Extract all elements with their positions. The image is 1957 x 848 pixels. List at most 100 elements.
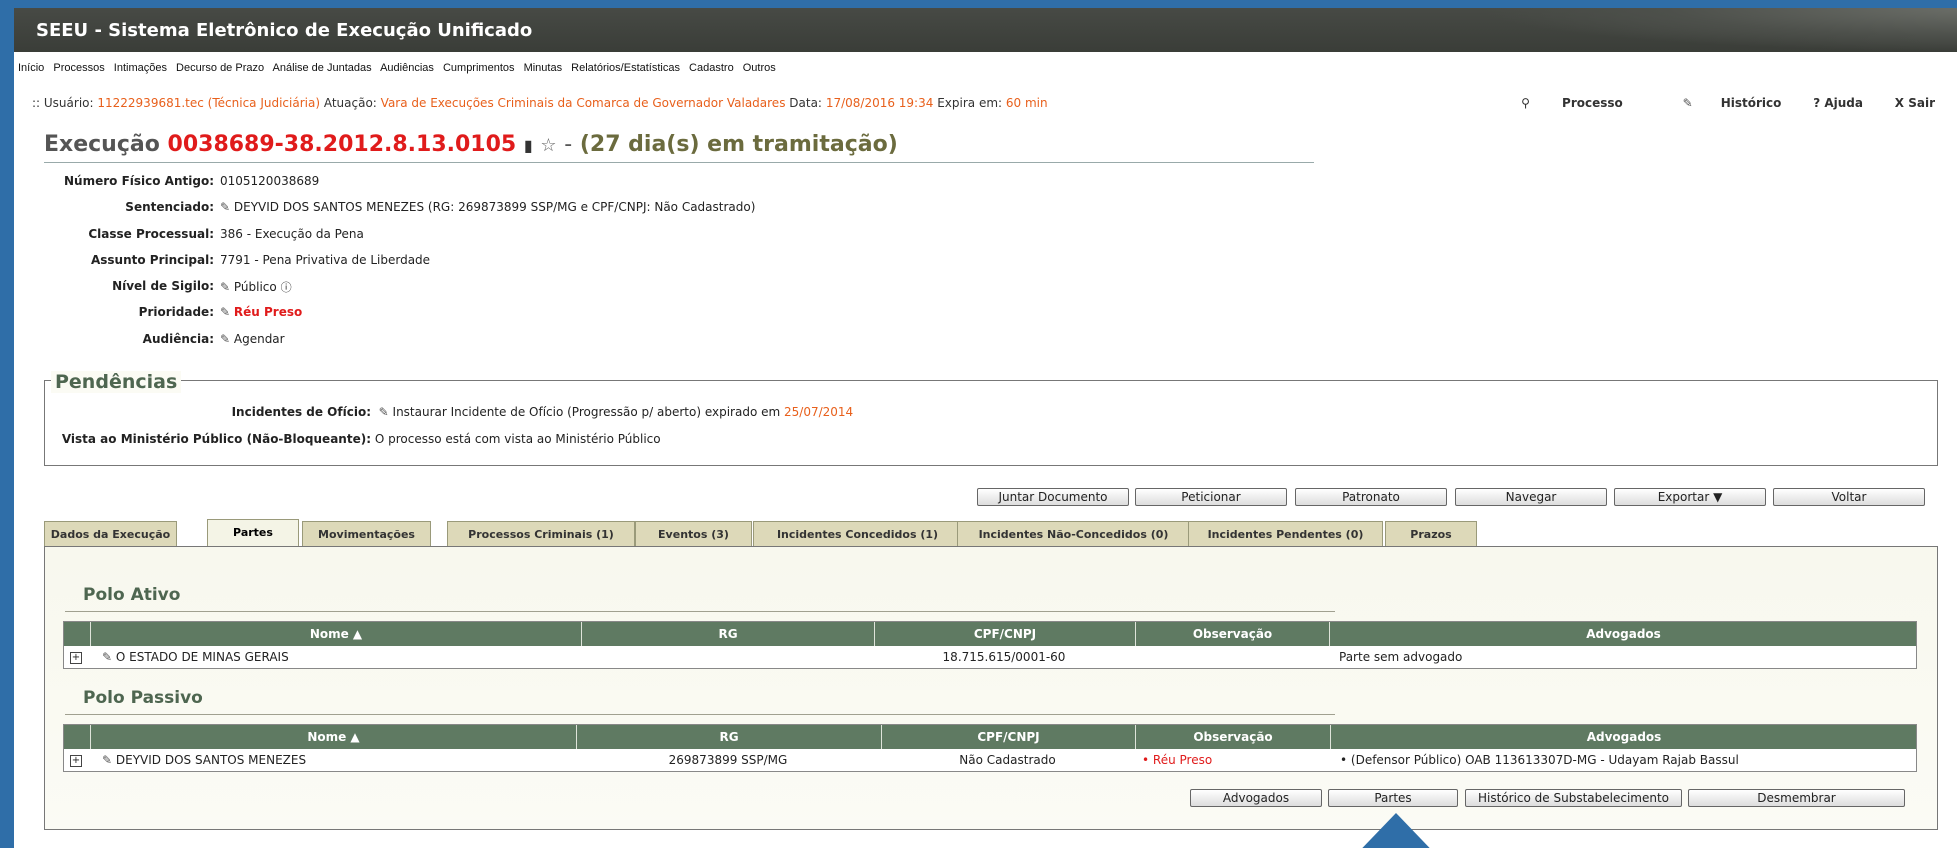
menu-intimacoes[interactable]: Intimações <box>114 62 167 74</box>
expand-icon[interactable]: + <box>70 755 82 767</box>
col-observacao: Observação <box>1135 725 1330 749</box>
patronato-button[interactable]: Patronato <box>1295 488 1447 506</box>
pencil-icon: ✎ <box>1682 96 1693 110</box>
print-icon[interactable]: ▮ <box>524 136 533 155</box>
pencil-icon[interactable]: ✎ <box>220 305 234 319</box>
polo-ativo-title: Polo Ativo <box>83 585 181 605</box>
execution-label: Execução <box>44 132 160 157</box>
vista-label: Vista ao Ministério Público (Não-Bloquea… <box>61 432 371 446</box>
pencil-icon[interactable]: ✎ <box>220 280 234 294</box>
partes-panel: Polo Ativo Nome ▲ RG CPF/CNPJ Observação… <box>44 546 1938 830</box>
col-rg: RG <box>576 725 881 749</box>
incidentes-date: 25/07/2014 <box>784 405 854 419</box>
exportar-button[interactable]: Exportar ▼ <box>1614 488 1766 506</box>
col-cpf: CPF/CNPJ <box>874 622 1135 646</box>
pencil-icon[interactable]: ✎ <box>102 650 116 664</box>
advogados-button[interactable]: Advogados <box>1190 789 1322 807</box>
tab-incidentes-nao-concedidos[interactable]: Incidentes Não-Concedidos (0) <box>957 521 1190 546</box>
sair-link[interactable]: X Sair <box>1895 96 1935 110</box>
col-rg: RG <box>581 622 874 646</box>
execution-header: Execução 0038689-38.2012.8.13.0105 ▮ ☆ -… <box>44 132 1314 163</box>
pencil-icon[interactable]: ✎ <box>220 200 234 214</box>
tab-partes[interactable]: Partes <box>207 519 299 548</box>
pencil-icon[interactable]: ✎ <box>220 332 234 346</box>
menu-analise-juntadas[interactable]: Análise de Juntadas <box>273 62 372 74</box>
peticionar-button[interactable]: Peticionar <box>1135 488 1287 506</box>
polo-ativo-table: Nome ▲ RG CPF/CNPJ Observação Advogados … <box>63 621 1917 669</box>
desmembrar-button[interactable]: Desmembrar <box>1688 789 1905 807</box>
field-label: Assunto Principal: <box>90 252 214 267</box>
tab-movimentacoes[interactable]: Movimentações <box>302 521 431 546</box>
menu-minutas[interactable]: Minutas <box>524 62 563 74</box>
partes-button[interactable]: Partes <box>1328 789 1458 807</box>
field-label: Prioridade: <box>138 305 214 320</box>
menu-inicio[interactable]: Início <box>18 62 44 74</box>
col-observacao: Observação <box>1135 622 1329 646</box>
field-value: 0105120038689 <box>220 174 320 188</box>
navegar-button[interactable]: Navegar <box>1455 488 1607 506</box>
field-value-wrap: ✎ Agendar <box>220 332 285 346</box>
app-title: SEEU - Sistema Eletrônico de Execução Un… <box>36 20 533 41</box>
incidentes-text: Instaurar Incidente de Ofício (Progressã… <box>392 405 781 419</box>
menu-cumprimentos[interactable]: Cumprimentos <box>443 62 515 74</box>
expira-label: Expira em: <box>937 96 1003 110</box>
execution-sep: - <box>564 132 573 157</box>
table-header: Nome ▲ RG CPF/CNPJ Observação Advogados <box>64 725 1916 749</box>
field-label: Nível de Sigilo: <box>112 279 214 294</box>
tab-incidentes-concedidos[interactable]: Incidentes Concedidos (1) <box>753 521 962 546</box>
pencil-icon[interactable]: ✎ <box>375 405 389 419</box>
tab-processos-criminais[interactable]: Processos Criminais (1) <box>447 521 635 546</box>
col-advogados: Advogados <box>1329 622 1917 646</box>
ajuda-link[interactable]: ? Ajuda <box>1813 96 1863 110</box>
col-nome[interactable]: Nome ▲ <box>90 622 581 646</box>
menu-audiencias[interactable]: Audiências <box>380 62 434 74</box>
pencil-icon[interactable]: ✎ <box>102 753 116 767</box>
field-value-wrap: ✎ Público ⓘ <box>220 279 292 295</box>
execution-tramitacao: (27 dia(s) em tramitação) <box>579 132 898 157</box>
col-cpf: CPF/CNPJ <box>881 725 1135 749</box>
field-value: Público <box>233 280 277 295</box>
menu-cadastro[interactable]: Cadastro <box>689 62 734 74</box>
row-adv: • (Defensor Público) OAB 113613307D-MG -… <box>1340 753 1739 767</box>
tab-eventos[interactable]: Eventos (3) <box>635 521 752 546</box>
expand-icon[interactable]: + <box>70 652 82 664</box>
table-header: Nome ▲ RG CPF/CNPJ Observação Advogados <box>64 622 1916 646</box>
row-rg: 269873899 SSP/MG <box>668 753 788 767</box>
row-nome-text: DEYVID DOS SANTOS MENEZES <box>115 753 307 767</box>
row-adv: Parte sem advogado <box>1339 650 1463 664</box>
tab-prazos[interactable]: Prazos <box>1385 521 1477 546</box>
processo-link-label: Processo <box>1562 96 1623 110</box>
col-advogados: Advogados <box>1330 725 1917 749</box>
col-nome[interactable]: Nome ▲ <box>90 725 576 749</box>
data-label: Data: <box>789 96 822 110</box>
row-obs <box>1135 646 1328 668</box>
processo-link[interactable]: ⚲ Processo <box>1493 96 1623 110</box>
pendencia-incidentes: Incidentes de Ofício: ✎ Instaurar Incide… <box>45 405 854 419</box>
historico-link[interactable]: ✎ Histórico <box>1655 96 1782 110</box>
voltar-button[interactable]: Voltar <box>1773 488 1925 506</box>
polo-passivo-table: Nome ▲ RG CPF/CNPJ Observação Advogados … <box>63 724 1917 772</box>
menu-outros[interactable]: Outros <box>743 62 776 74</box>
tab-incidentes-pendentes[interactable]: Incidentes Pendentes (0) <box>1188 521 1383 546</box>
main-menu: Início Processos Intimações Decurso de P… <box>14 62 782 80</box>
menu-relatorios[interactable]: Relatórios/Estatísticas <box>571 62 680 74</box>
pendencia-vista: Vista ao Ministério Público (Não-Bloquea… <box>45 432 661 446</box>
user-prefix: :: Usuário: <box>32 96 94 110</box>
incidentes-label: Incidentes de Ofício: <box>231 405 371 419</box>
star-icon[interactable]: ☆ <box>540 135 556 156</box>
field-value-wrap: ✎ Réu Preso <box>220 305 302 319</box>
tab-dados-execucao[interactable]: Dados da Execução <box>44 521 177 546</box>
menu-decurso-prazo[interactable]: Decurso de Prazo <box>176 62 264 74</box>
polo-passivo-title: Polo Passivo <box>83 688 203 708</box>
info-icon[interactable]: ⓘ <box>281 281 292 294</box>
field-value: DEYVID DOS SANTOS MENEZES (RG: 269873899… <box>233 200 756 215</box>
field-value[interactable]: Agendar <box>234 332 285 346</box>
historico-substabelecimento-button[interactable]: Histórico de Substabelecimento <box>1465 789 1682 807</box>
field-label: Sentenciado: <box>125 200 214 215</box>
row-nome: ✎ O ESTADO DE MINAS GERAIS <box>102 646 289 668</box>
row-nome: ✎ DEYVID DOS SANTOS MENEZES <box>102 749 306 771</box>
menu-processos[interactable]: Processos <box>53 62 104 74</box>
juntar-documento-button[interactable]: Juntar Documento <box>977 488 1129 506</box>
data-value: 17/08/2016 19:34 <box>825 96 934 110</box>
field-label: Classe Processual: <box>88 226 214 241</box>
